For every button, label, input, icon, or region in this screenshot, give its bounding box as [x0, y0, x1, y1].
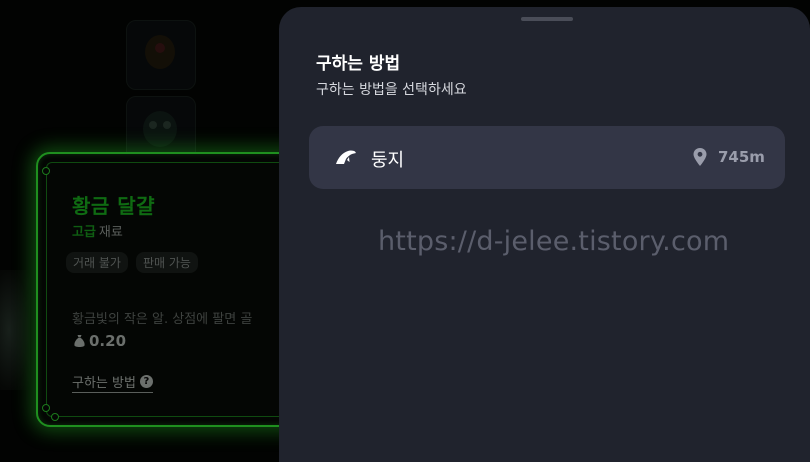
how-to-get-sheet: 구하는 방법 구하는 방법을 선택하세요 둥지 745m https://d-j… [279, 7, 810, 462]
how-to-get-label: 구하는 방법 [72, 376, 136, 391]
item-tags: 거래 불가 판매 가능 [66, 252, 198, 273]
item-price: 0.20 [74, 332, 126, 350]
item-category: 재료 [98, 225, 123, 240]
sheet-subtitle: 구하는 방법을 선택하세요 [316, 82, 467, 98]
sheet-title: 구하는 방법 [316, 54, 401, 74]
item-grade: 고급 [72, 225, 96, 240]
item-grade-line: 고급 재료 [72, 221, 123, 240]
method-label: 둥지 [371, 150, 405, 171]
frame-ornament [42, 167, 50, 175]
sheet-drag-handle[interactable] [521, 17, 573, 21]
tag-sell: 판매 가능 [135, 252, 198, 273]
frame-ornament [51, 413, 59, 421]
nest-icon [336, 150, 356, 164]
frame-ornament [42, 404, 50, 412]
location-pin-icon [693, 148, 707, 166]
item-description: 황금빛의 작은 알. 상점에 팔면 골 [72, 312, 253, 327]
method-distance: 745m [718, 148, 765, 166]
background-character [0, 270, 30, 390]
method-option-nest[interactable]: 둥지 745m [309, 126, 785, 189]
watermark-text: https://d-jelee.tistory.com [378, 226, 730, 257]
item-price-value: 0.20 [89, 332, 127, 350]
background-item-thumbnail [126, 20, 196, 90]
tag-trade: 거래 불가 [66, 252, 128, 273]
screen: 황금 달걀 고급 재료 거래 불가 판매 가능 황금빛의 작은 알. 상점에 팔면… [0, 0, 810, 462]
money-bag-icon [74, 335, 85, 347]
item-name: 황금 달걀 [72, 194, 156, 218]
help-icon: ? [139, 375, 153, 388]
how-to-get-link[interactable]: 구하는 방법 ? [72, 372, 153, 393]
